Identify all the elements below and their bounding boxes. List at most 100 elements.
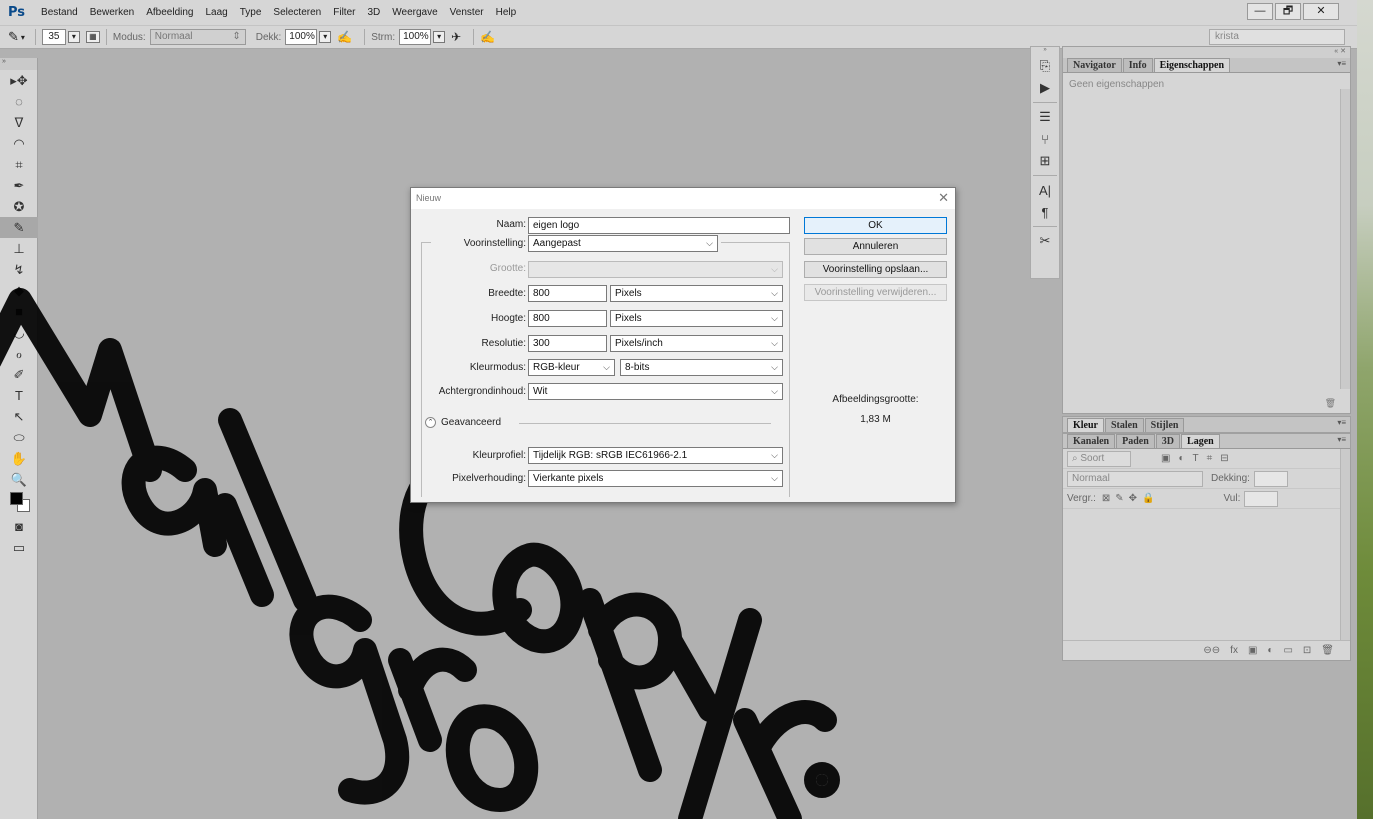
menu-type[interactable]: Type	[234, 7, 268, 18]
opacity-field[interactable]: 100%	[285, 29, 318, 45]
brush-presets-icon[interactable]: ⑂	[1031, 128, 1059, 150]
pixel-filter-icon[interactable]: ▣	[1161, 453, 1170, 464]
new-group-icon[interactable]: ▭	[1283, 645, 1292, 656]
type-filter-icon[interactable]: T	[1193, 453, 1199, 464]
dodge-tool-icon[interactable]: ℴ	[0, 343, 38, 364]
flow-dropdown-icon[interactable]: ▾	[433, 31, 446, 43]
preset-select[interactable]: Aangepast ⌵	[528, 235, 718, 252]
path-select-tool-icon[interactable]: ↖	[0, 406, 38, 427]
new-layer-icon[interactable]: ⊡	[1303, 645, 1311, 656]
zoom-tool-icon[interactable]: 🔍	[0, 469, 38, 490]
layers-scrollbar[interactable]	[1340, 449, 1350, 641]
blend-mode-select[interactable]: Normaal	[1067, 470, 1203, 487]
menu-selecteren[interactable]: Selecteren	[267, 7, 327, 18]
pressure-size-icon[interactable]: ✍	[480, 30, 495, 44]
play-actions-icon[interactable]: ▶	[1031, 77, 1059, 99]
layer-opacity-field[interactable]	[1253, 470, 1288, 487]
ok-button[interactable]: OK	[804, 217, 947, 234]
tab-stalen[interactable]: Stalen	[1105, 418, 1144, 432]
tool-preset-dropdown-icon[interactable]: ▾	[21, 33, 25, 42]
menu-help[interactable]: Help	[490, 7, 523, 18]
tab-navigator[interactable]: Navigator	[1067, 58, 1122, 72]
tab-paden[interactable]: Paden	[1116, 434, 1155, 448]
marquee-tool-icon[interactable]: ◌	[0, 91, 38, 112]
bitdepth-select[interactable]: 8-bits ⌵	[620, 359, 783, 376]
character-icon[interactable]: A|	[1031, 179, 1059, 201]
name-field[interactable]: eigen logo	[528, 217, 790, 234]
move-tool-icon[interactable]: ▸✥	[0, 70, 38, 91]
panel-menu-icon[interactable]: ▾≡	[1337, 59, 1346, 68]
tool-presets-icon[interactable]: ✂	[1031, 230, 1059, 252]
pressure-opacity-icon[interactable]: ✍	[337, 30, 352, 44]
blur-tool-icon[interactable]: ◡	[0, 322, 38, 343]
panel-collapse-strip[interactable]: « ✕	[1063, 47, 1350, 58]
save-preset-button[interactable]: Voorinstelling opslaan...	[804, 261, 947, 278]
flow-field[interactable]: 100%	[399, 29, 432, 45]
airbrush-icon[interactable]: ✈	[451, 30, 461, 44]
brush-panel-toggle-icon[interactable]: ▦	[85, 31, 100, 43]
shape-filter-icon[interactable]: ⌗	[1207, 453, 1213, 464]
link-layers-icon[interactable]: ⊖⊖	[1203, 645, 1220, 656]
height-unit-select[interactable]: Pixels ⌵	[610, 310, 783, 327]
menu-venster[interactable]: Venster	[444, 7, 490, 18]
quick-mask-icon[interactable]: ◙	[0, 516, 38, 537]
crop-tool-icon[interactable]: ⌗	[0, 154, 38, 175]
properties-scrollbar[interactable]	[1340, 89, 1350, 389]
menu-filter[interactable]: Filter	[327, 7, 361, 18]
clone-source-icon[interactable]: ⊞	[1031, 150, 1059, 172]
menu-laag[interactable]: Laag	[199, 7, 233, 18]
mode-select[interactable]: Normaal ⇕	[149, 29, 246, 45]
brush-tool-icon[interactable]: ✎	[8, 29, 19, 45]
adjustment-filter-icon[interactable]: ◐	[1178, 453, 1184, 464]
clone-stamp-tool-icon[interactable]: ⊥	[0, 238, 38, 259]
width-field[interactable]: 800	[528, 285, 607, 302]
lasso-tool-icon[interactable]: ᐁ	[0, 112, 38, 133]
tools-panel-grip[interactable]: »	[0, 58, 37, 70]
tab-kanalen[interactable]: Kanalen	[1067, 434, 1116, 448]
smart-object-filter-icon[interactable]: ⊟	[1220, 453, 1228, 464]
tab-kleur[interactable]: Kleur	[1067, 418, 1104, 432]
history-icon[interactable]: ⎘	[1031, 55, 1059, 77]
resolution-unit-select[interactable]: Pixels/inch ⌵	[610, 335, 783, 352]
width-unit-select[interactable]: Pixels ⌵	[610, 285, 783, 302]
tab-3d[interactable]: 3D	[1155, 434, 1181, 448]
menu-afbeelding[interactable]: Afbeelding	[140, 7, 199, 18]
tab-lagen[interactable]: Lagen	[1181, 434, 1220, 448]
pen-tool-icon[interactable]: ✐	[0, 364, 38, 385]
add-mask-icon[interactable]: ▣	[1248, 645, 1257, 656]
tab-eigenschappen[interactable]: Eigenschappen	[1153, 58, 1231, 72]
pixelaspect-select[interactable]: Vierkante pixels ⌵	[528, 470, 783, 487]
history-brush-tool-icon[interactable]: ↯	[0, 259, 38, 280]
cancel-button[interactable]: Annuleren	[804, 238, 947, 255]
tab-stijlen[interactable]: Stijlen	[1144, 418, 1185, 432]
dialog-close-icon[interactable]: ✕	[938, 191, 949, 205]
type-tool-icon[interactable]: T	[0, 385, 38, 406]
opacity-dropdown-icon[interactable]: ▾	[319, 31, 332, 43]
advanced-label[interactable]: Geavanceerd	[441, 417, 501, 428]
workspace-select[interactable]: krista	[1209, 29, 1345, 45]
delete-layer-icon[interactable]: 🗑	[1321, 645, 1334, 656]
panel-menu-icon[interactable]: ▾≡	[1337, 435, 1346, 444]
brush-size-field[interactable]: 35	[41, 29, 66, 45]
colormode-select[interactable]: RGB-kleur ⌵	[528, 359, 615, 376]
eyedropper-tool-icon[interactable]: ✒	[0, 175, 38, 196]
adjustments-icon[interactable]: ☰	[1031, 106, 1059, 128]
layer-style-icon[interactable]: fx	[1230, 645, 1238, 656]
restore-button[interactable]: 🗗	[1275, 3, 1301, 20]
dock-grip[interactable]: »	[1031, 47, 1059, 55]
close-window-button[interactable]: ✕	[1303, 3, 1339, 20]
new-adjustment-icon[interactable]: ◐	[1267, 645, 1273, 656]
advanced-toggle-icon[interactable]: ⌃	[425, 417, 436, 428]
profile-select[interactable]: Tijdelijk RGB: sRGB IEC61966-2.1 ⌵	[528, 447, 783, 464]
trash-icon[interactable]: 🗑	[1325, 398, 1336, 409]
paragraph-icon[interactable]: ¶	[1031, 201, 1059, 223]
layer-filter-select[interactable]: ⌕ Soort	[1067, 450, 1131, 467]
menu-weergave[interactable]: Weergave	[386, 7, 443, 18]
resolution-field[interactable]: 300	[528, 335, 607, 352]
background-select[interactable]: Wit ⌵	[528, 383, 783, 400]
menu-bewerken[interactable]: Bewerken	[84, 7, 140, 18]
tab-info[interactable]: Info	[1122, 58, 1153, 72]
eraser-tool-icon[interactable]: ◆	[0, 280, 38, 301]
quick-select-tool-icon[interactable]: ◠	[0, 133, 38, 154]
gradient-tool-icon[interactable]: ■	[0, 301, 38, 322]
